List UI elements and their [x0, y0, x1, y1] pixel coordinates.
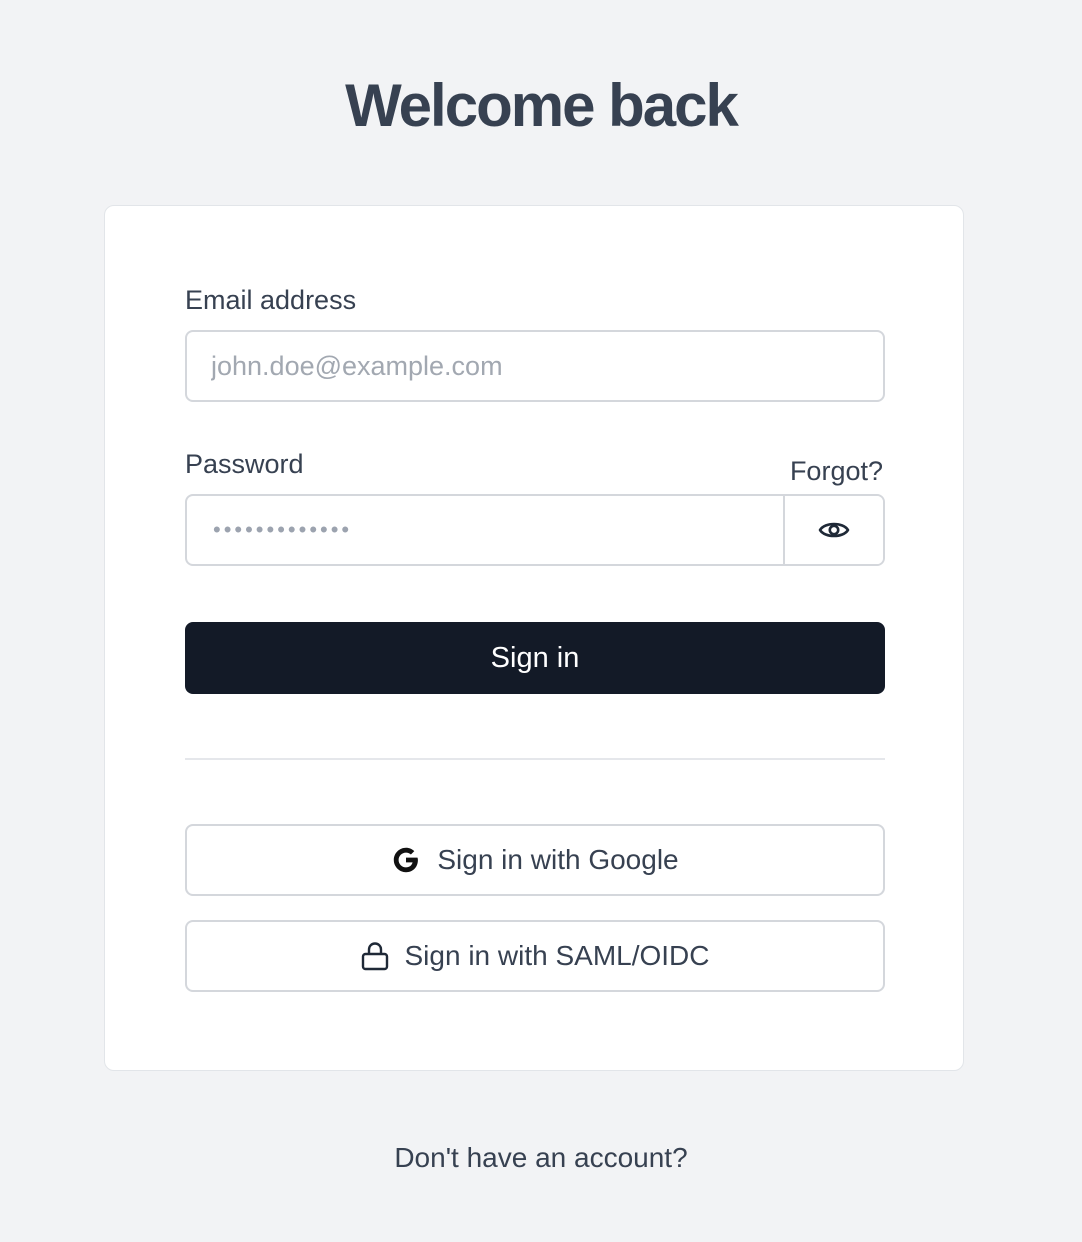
google-icon — [391, 845, 421, 875]
page-title: Welcome back — [345, 72, 739, 139]
email-label: Email address — [185, 285, 357, 315]
lock-icon — [361, 941, 389, 971]
divider — [185, 758, 885, 760]
google-sign-in-label: Sign in with Google — [437, 844, 679, 875]
password-label: Password — [185, 449, 304, 479]
google-sign-in-button[interactable]: Sign in with Google — [185, 824, 885, 896]
password-input[interactable]: ••••••••••••• — [187, 496, 783, 564]
eye-icon — [818, 519, 850, 541]
sign-up-link[interactable]: Don't have an account? — [394, 1142, 687, 1173]
show-password-button[interactable] — [783, 496, 883, 564]
password-field-group: ••••••••••••• — [185, 494, 885, 566]
login-card: Email address Password Forgot? •••••••••… — [104, 205, 964, 1071]
email-input[interactable] — [185, 330, 885, 402]
footer: Don't have an account? — [0, 1140, 1082, 1176]
forgot-password-link[interactable]: Forgot? — [790, 455, 883, 487]
saml-sign-in-label: Sign in with SAML/OIDC — [404, 940, 710, 971]
saml-sign-in-button[interactable]: Sign in with SAML/OIDC — [185, 920, 885, 992]
sign-in-button[interactable]: Sign in — [185, 622, 885, 694]
